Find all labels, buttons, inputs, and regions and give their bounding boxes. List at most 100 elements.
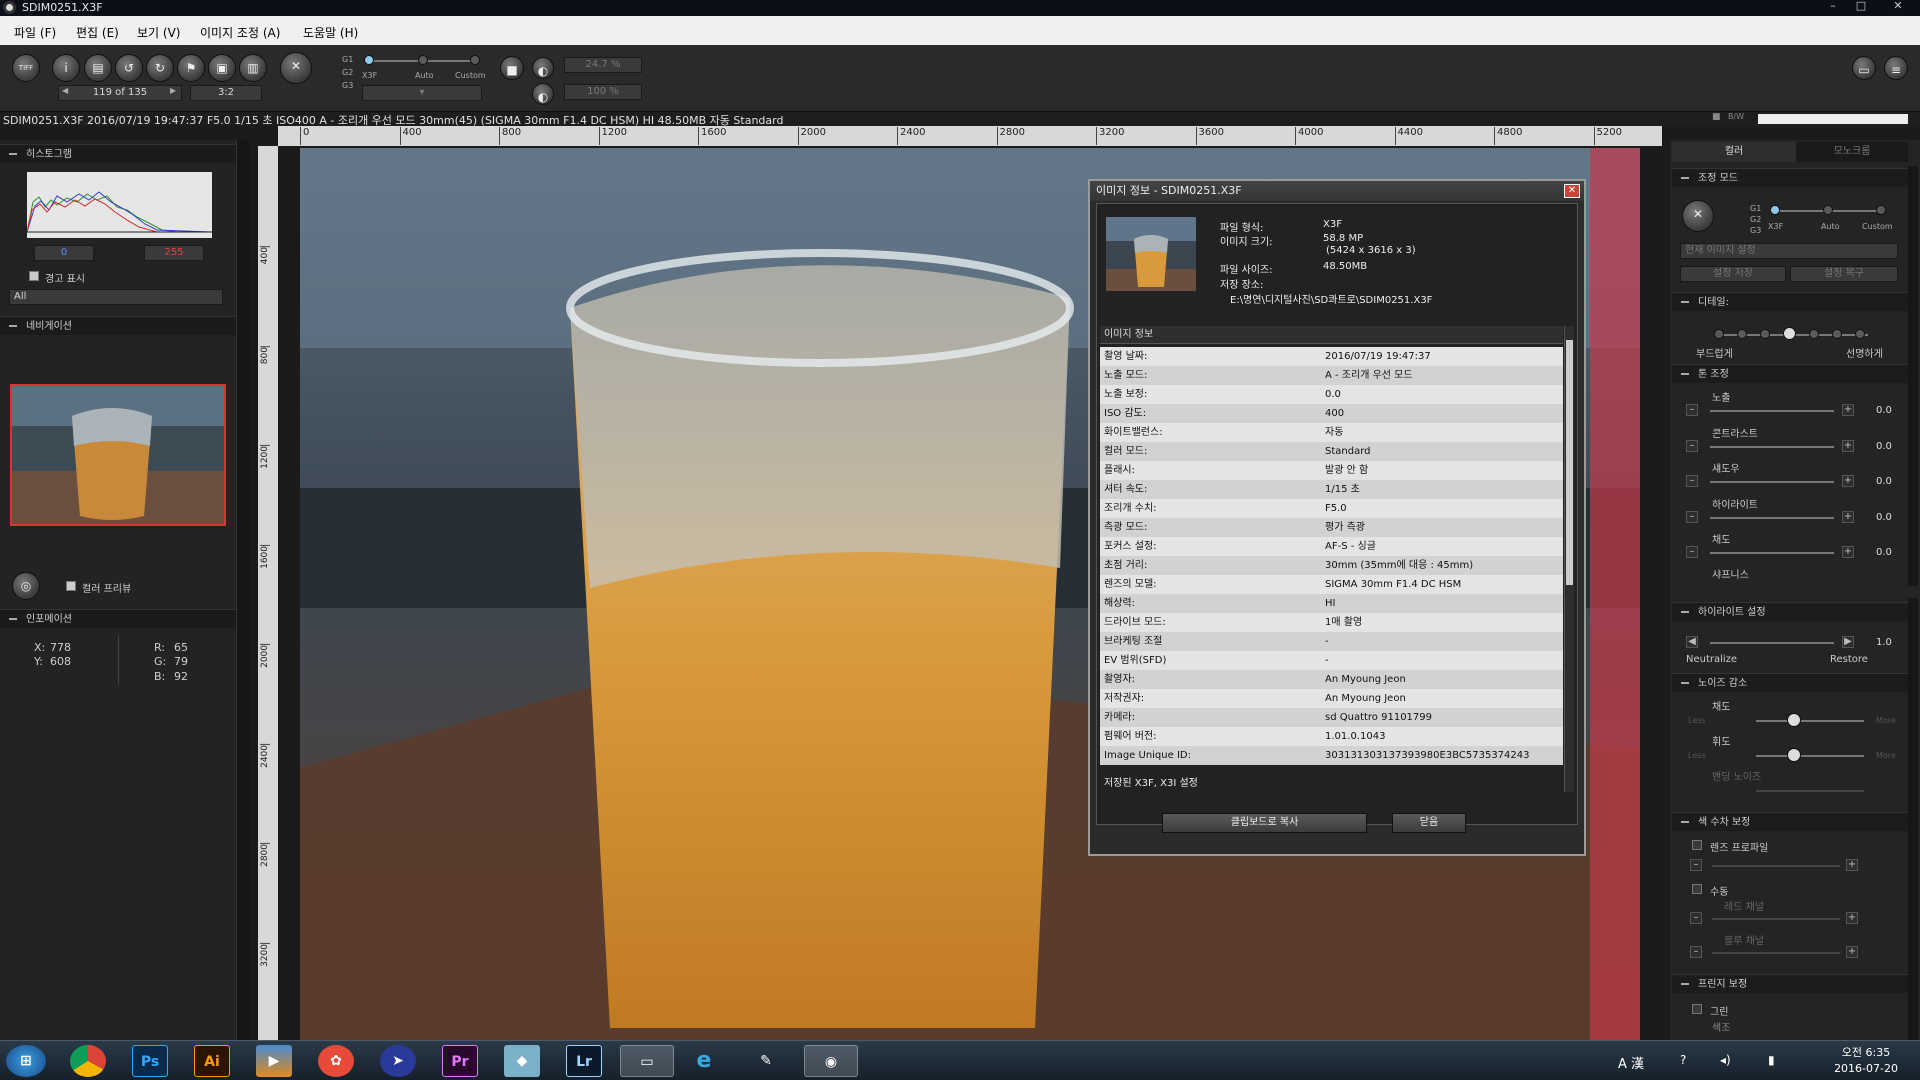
detail-knob-4[interactable] <box>1783 327 1796 340</box>
hist-low-field[interactable]: 0 <box>34 245 94 261</box>
menu-image-adjust[interactable]: 이미지 조정 (A) <box>200 24 280 41</box>
lens-minus-button[interactable]: – <box>1690 859 1702 871</box>
info-icon[interactable]: i <box>52 54 80 82</box>
ime-indicator[interactable]: A 漢 <box>1618 1053 1644 1072</box>
next-arrow-icon[interactable]: ▶ <box>170 86 176 95</box>
noise-chroma-knob[interactable] <box>1787 713 1801 727</box>
monitor-icon[interactable]: ▭ <box>1852 56 1876 80</box>
lens-plus-button[interactable]: + <box>1846 859 1858 871</box>
saturation-slider[interactable] <box>1710 552 1834 554</box>
sigma-mode-icon[interactable]: ✕ <box>280 52 312 84</box>
highlight-setting-left-button[interactable]: ◀ <box>1686 636 1698 648</box>
highlight-slider[interactable] <box>1710 517 1834 519</box>
fringe-header[interactable]: 프린지 보정 <box>1672 974 1908 993</box>
mode-knob-custom[interactable] <box>470 55 480 65</box>
saturation-minus-button[interactable]: – <box>1686 546 1698 558</box>
print-icon[interactable]: ▤ <box>84 54 112 82</box>
close-button[interactable]: ✕ <box>1880 0 1916 14</box>
preset-dropdown[interactable]: ▾ <box>362 85 482 101</box>
lock-icon[interactable]: ▣ <box>208 54 236 82</box>
start-button[interactable]: ⊞ <box>6 1045 46 1077</box>
detail-knob-1[interactable] <box>1714 329 1724 339</box>
manual-checkbox[interactable] <box>1692 884 1702 894</box>
photoshop-icon[interactable]: Ps <box>132 1045 168 1077</box>
zoom-secondary-icon[interactable]: ◐ <box>532 83 554 105</box>
minimize-button[interactable]: – <box>1820 0 1846 14</box>
menu-help[interactable]: 도움말 (H) <box>303 24 358 41</box>
blue-plus-button[interactable]: + <box>1846 946 1858 958</box>
menu-view[interactable]: 보기 (V) <box>137 24 180 41</box>
highlight-settings-header[interactable]: 하이라이트 설정 <box>1672 602 1908 621</box>
illustrator-icon[interactable]: Ai <box>194 1045 230 1077</box>
copy-to-clipboard-button[interactable]: 클립보드로 복사 <box>1162 813 1367 833</box>
info-table-scrollbar[interactable] <box>1564 326 1574 792</box>
zoom-icon[interactable]: ◐ <box>532 57 554 79</box>
fit-icon[interactable]: ■ <box>500 56 524 80</box>
detail-knob-6[interactable] <box>1832 329 1842 339</box>
saturation-plus-button[interactable]: + <box>1842 546 1854 558</box>
exposure-slider[interactable] <box>1710 410 1834 412</box>
navigator-thumbnail[interactable] <box>10 384 226 526</box>
ratio-select[interactable]: 3:2 <box>190 85 262 101</box>
mode-knob-x3f[interactable] <box>364 55 374 65</box>
tab-monochrome[interactable]: 모노크롬 <box>1796 142 1908 162</box>
detail-knob-5[interactable] <box>1809 329 1819 339</box>
hist-high-field[interactable]: 255 <box>144 245 204 261</box>
exposure-plus-button[interactable]: + <box>1842 404 1854 416</box>
shadow-plus-button[interactable]: + <box>1842 475 1854 487</box>
zoom-secondary-field[interactable]: 100 % <box>564 84 642 100</box>
clock[interactable]: 오전 6:35 2016-07-20 <box>1834 1045 1898 1077</box>
paint-app-icon[interactable]: ✎ <box>748 1045 784 1077</box>
noise-chroma-slider[interactable] <box>1756 720 1864 722</box>
adjust-mode-header[interactable]: 조정 모드 <box>1672 168 1908 187</box>
noise-reduction-header[interactable]: 노이즈 감소 <box>1672 673 1908 692</box>
shadow-minus-button[interactable]: – <box>1686 475 1698 487</box>
list-icon[interactable]: ≡ <box>1884 56 1908 80</box>
warning-checkbox[interactable] <box>29 271 39 281</box>
color-preview-checkbox[interactable] <box>66 581 76 591</box>
help-icon[interactable]: ? <box>1680 1053 1686 1067</box>
blue-minus-button[interactable]: – <box>1690 946 1702 958</box>
detail-knob-3[interactable] <box>1760 329 1770 339</box>
rotate-left-icon[interactable]: ↺ <box>115 54 143 82</box>
exposure-minus-button[interactable]: – <box>1686 404 1698 416</box>
file-explorer-icon[interactable]: ▭ <box>620 1045 674 1077</box>
contrast-plus-button[interactable]: + <box>1842 440 1854 452</box>
dialog-close-button[interactable]: ✕ <box>1564 184 1580 198</box>
dialog-ok-button[interactable]: 닫음 <box>1392 813 1466 833</box>
noise-luma-slider[interactable] <box>1756 755 1864 757</box>
left-panel-scrollbar[interactable] <box>236 140 249 1040</box>
right-lower-scrollbar[interactable] <box>1908 598 1918 1040</box>
noise-luma-knob[interactable] <box>1787 748 1801 762</box>
detail-knob-7[interactable] <box>1855 329 1865 339</box>
chrome-icon[interactable] <box>70 1045 106 1077</box>
color-aberration-header[interactable]: 색 수차 보정 <box>1672 812 1908 831</box>
maximize-button[interactable]: □ <box>1848 0 1874 14</box>
flag-icon[interactable]: ⚑ <box>177 54 205 82</box>
highlight-minus-button[interactable]: – <box>1686 511 1698 523</box>
right-sigma-mode-icon[interactable]: ✕ <box>1682 200 1714 232</box>
right-mode-knob-custom[interactable] <box>1876 205 1886 215</box>
shadow-slider[interactable] <box>1710 481 1834 483</box>
detail-knob-2[interactable] <box>1737 329 1747 339</box>
social-app-icon[interactable]: ✿ <box>318 1045 354 1077</box>
histogram-header[interactable]: 히스토그램 <box>0 144 236 163</box>
navigation-header[interactable]: 네비게이션 <box>0 316 236 335</box>
volume-icon[interactable]: ◂) <box>1720 1053 1731 1067</box>
red-slider[interactable] <box>1712 918 1840 920</box>
notes-app-icon[interactable]: ◆ <box>504 1045 540 1077</box>
right-mode-knob-auto[interactable] <box>1823 205 1833 215</box>
highlight-plus-button[interactable]: + <box>1842 511 1854 523</box>
detail-header[interactable]: 디테일: <box>1672 292 1908 311</box>
tab-color[interactable]: 컬러 <box>1672 142 1796 162</box>
lens-profile-checkbox[interactable] <box>1692 840 1702 850</box>
menu-edit[interactable]: 편집 (E) <box>76 24 119 41</box>
internet-explorer-icon[interactable]: e <box>686 1045 722 1077</box>
menu-file[interactable]: 파일 (F) <box>14 24 56 41</box>
sigma-photo-pro-icon[interactable]: ◉ <box>804 1045 858 1077</box>
lightroom-icon[interactable]: Lr <box>566 1045 602 1077</box>
noise-banding-slider[interactable] <box>1756 790 1864 792</box>
contrast-slider[interactable] <box>1710 446 1834 448</box>
blue-slider[interactable] <box>1712 952 1840 954</box>
zoom-primary-field[interactable]: 24.7 % <box>564 57 642 73</box>
